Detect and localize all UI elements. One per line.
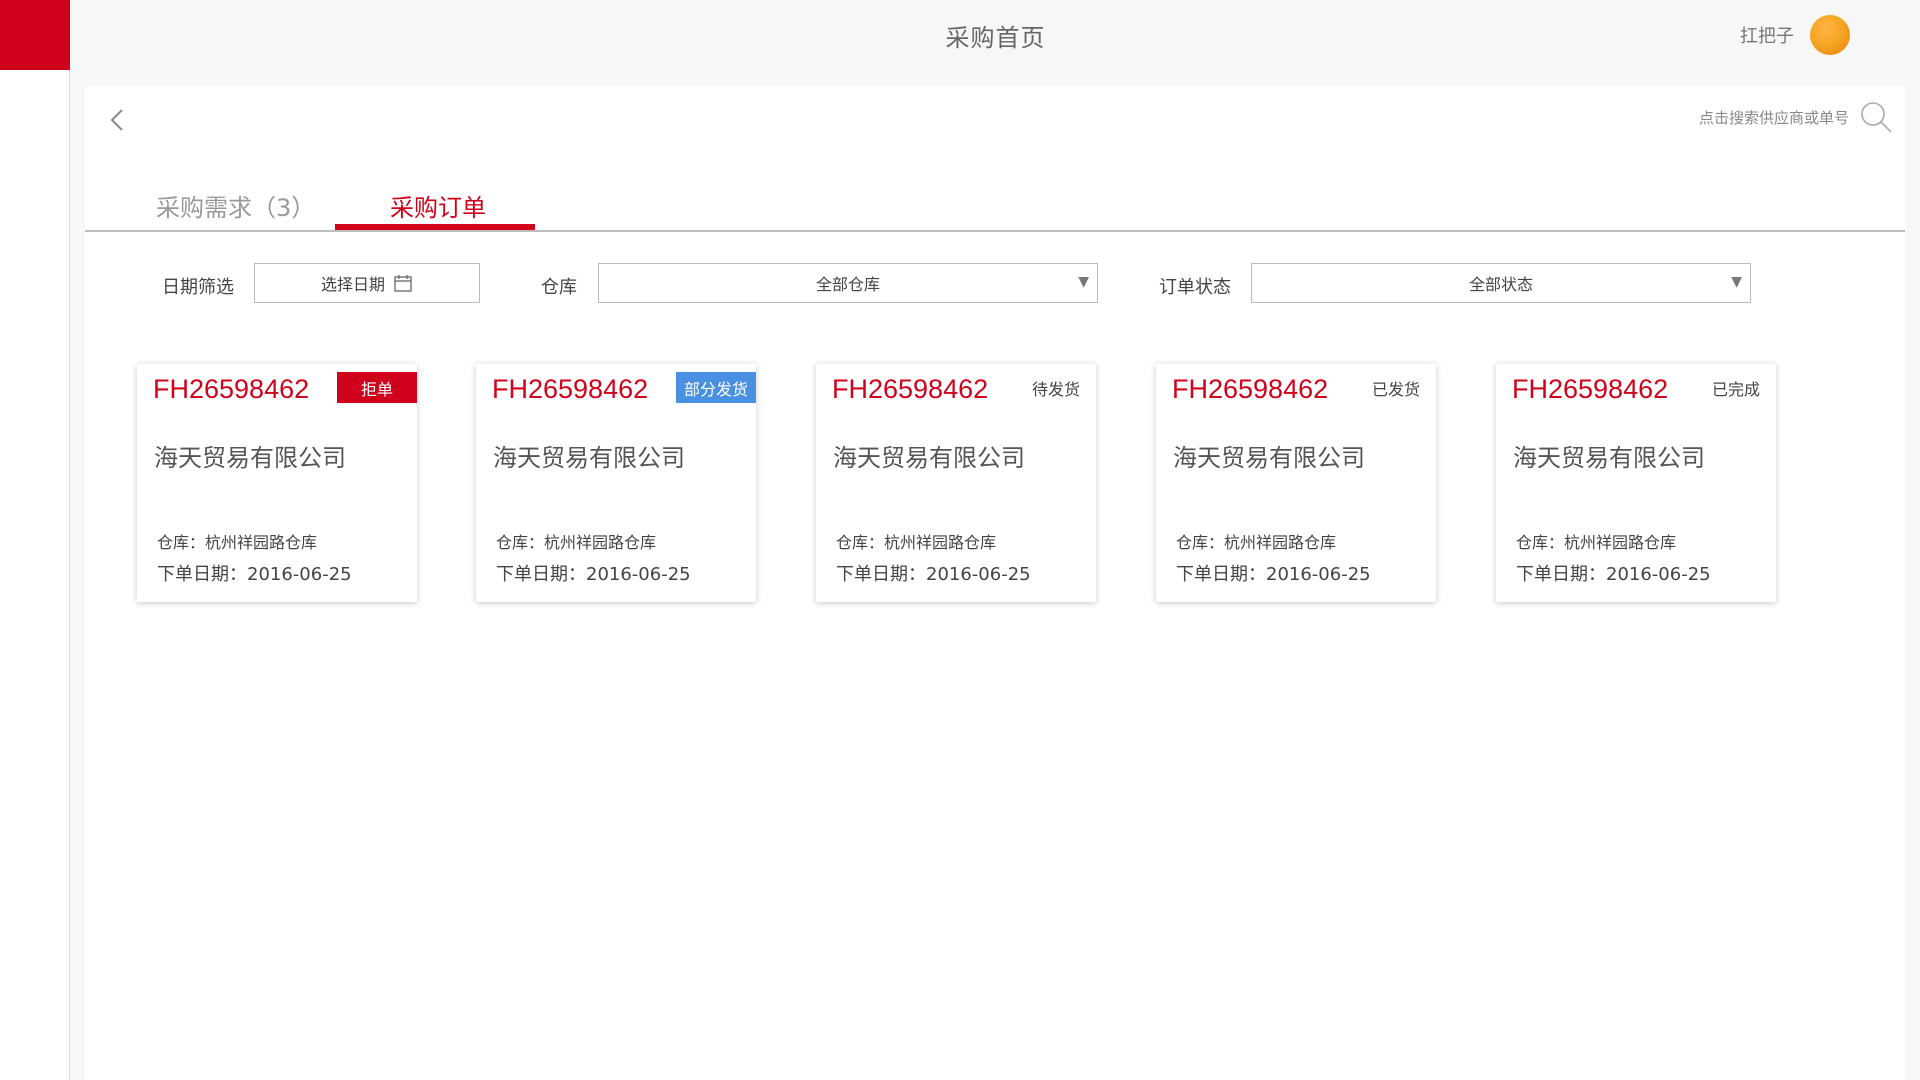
user-menu[interactable]: 扛把子 (1740, 15, 1850, 55)
order-number: FH26598462 (1172, 374, 1329, 404)
order-card[interactable]: FH26598462 待发货 海天贸易有限公司 仓库：杭州祥园路仓库 下单日期：… (816, 364, 1096, 602)
user-name[interactable]: 扛把子 (1740, 22, 1794, 48)
order-date: 下单日期：2016-06-25 (836, 564, 1031, 585)
order-date: 下单日期：2016-06-25 (157, 564, 352, 585)
warehouse-info: 仓库：杭州祥园路仓库 (496, 533, 657, 552)
supplier-name: 海天贸易有限公司 (833, 444, 1025, 472)
order-card[interactable]: FH26598462 部分发货 海天贸易有限公司 仓库：杭州祥园路仓库 下单日期… (476, 364, 756, 602)
tab-divider (85, 230, 1905, 232)
warehouse-select[interactable]: 全部仓库 ▼ (598, 263, 1098, 303)
warehouse-info: 仓库：杭州祥园路仓库 (1176, 533, 1337, 552)
page-title: 采购首页 (945, 24, 1046, 52)
brand-logo[interactable] (0, 0, 70, 70)
top-bar: 采购首页 扛把子 (71, 0, 1920, 86)
order-date: 下单日期：2016-06-25 (1516, 564, 1711, 585)
filter-bar: 日期筛选 选择日期 仓库 全部仓库 ▼ 订单状态 全部状态 ▼ (85, 263, 1905, 307)
date-filter-label: 日期筛选 (162, 277, 234, 298)
supplier-name: 海天贸易有限公司 (1173, 444, 1365, 472)
date-picker[interactable]: 选择日期 (254, 263, 480, 303)
tab-bar: 采购需求（3） 采购订单 (85, 86, 1905, 232)
status-select[interactable]: 全部状态 ▼ (1251, 263, 1751, 303)
status-select-value: 全部状态 (1468, 275, 1533, 294)
dropdown-arrow-icon: ▼ (1078, 274, 1089, 290)
supplier-name: 海天贸易有限公司 (493, 444, 685, 472)
order-number: FH26598462 (1512, 374, 1669, 404)
order-number: FH26598462 (832, 374, 989, 404)
order-card[interactable]: FH26598462 已完成 海天贸易有限公司 仓库：杭州祥园路仓库 下单日期：… (1496, 364, 1776, 602)
status-badge: 待发货 (1031, 379, 1080, 399)
main-panel: 点击搜索供应商或单号 采购需求（3） 采购订单 日期筛选 选择日期 仓库 全部仓… (85, 86, 1905, 1080)
tab-purchase-requests[interactable]: 采购需求（3） (156, 188, 315, 223)
warehouse-filter-label: 仓库 (541, 277, 577, 298)
status-badge: 拒单 (337, 372, 417, 403)
tab-purchase-orders[interactable]: 采购订单 (390, 188, 486, 223)
status-badge: 已完成 (1711, 379, 1760, 399)
order-card[interactable]: FH26598462 拒单 海天贸易有限公司 仓库：杭州祥园路仓库 下单日期：2… (137, 364, 417, 602)
calendar-icon (394, 275, 412, 292)
supplier-name: 海天贸易有限公司 (1513, 444, 1705, 472)
status-badge: 已发货 (1371, 379, 1420, 399)
warehouse-info: 仓库：杭州祥园路仓库 (836, 533, 997, 552)
warehouse-select-value: 全部仓库 (815, 275, 880, 294)
left-rail (0, 0, 70, 1080)
order-number: FH26598462 (492, 374, 649, 404)
warehouse-info: 仓库：杭州祥园路仓库 (1516, 533, 1677, 552)
status-filter-label: 订单状态 (1159, 277, 1231, 298)
dropdown-arrow-icon: ▼ (1731, 274, 1742, 290)
order-date: 下单日期：2016-06-25 (496, 564, 691, 585)
warehouse-info: 仓库：杭州祥园路仓库 (157, 533, 318, 552)
status-badge: 部分发货 (676, 372, 756, 403)
order-number: FH26598462 (153, 374, 310, 404)
supplier-name: 海天贸易有限公司 (154, 444, 346, 472)
order-date: 下单日期：2016-06-25 (1176, 564, 1371, 585)
date-picker-value: 选择日期 (320, 275, 385, 294)
avatar[interactable] (1810, 15, 1850, 55)
order-card[interactable]: FH26598462 已发货 海天贸易有限公司 仓库：杭州祥园路仓库 下单日期：… (1156, 364, 1436, 602)
